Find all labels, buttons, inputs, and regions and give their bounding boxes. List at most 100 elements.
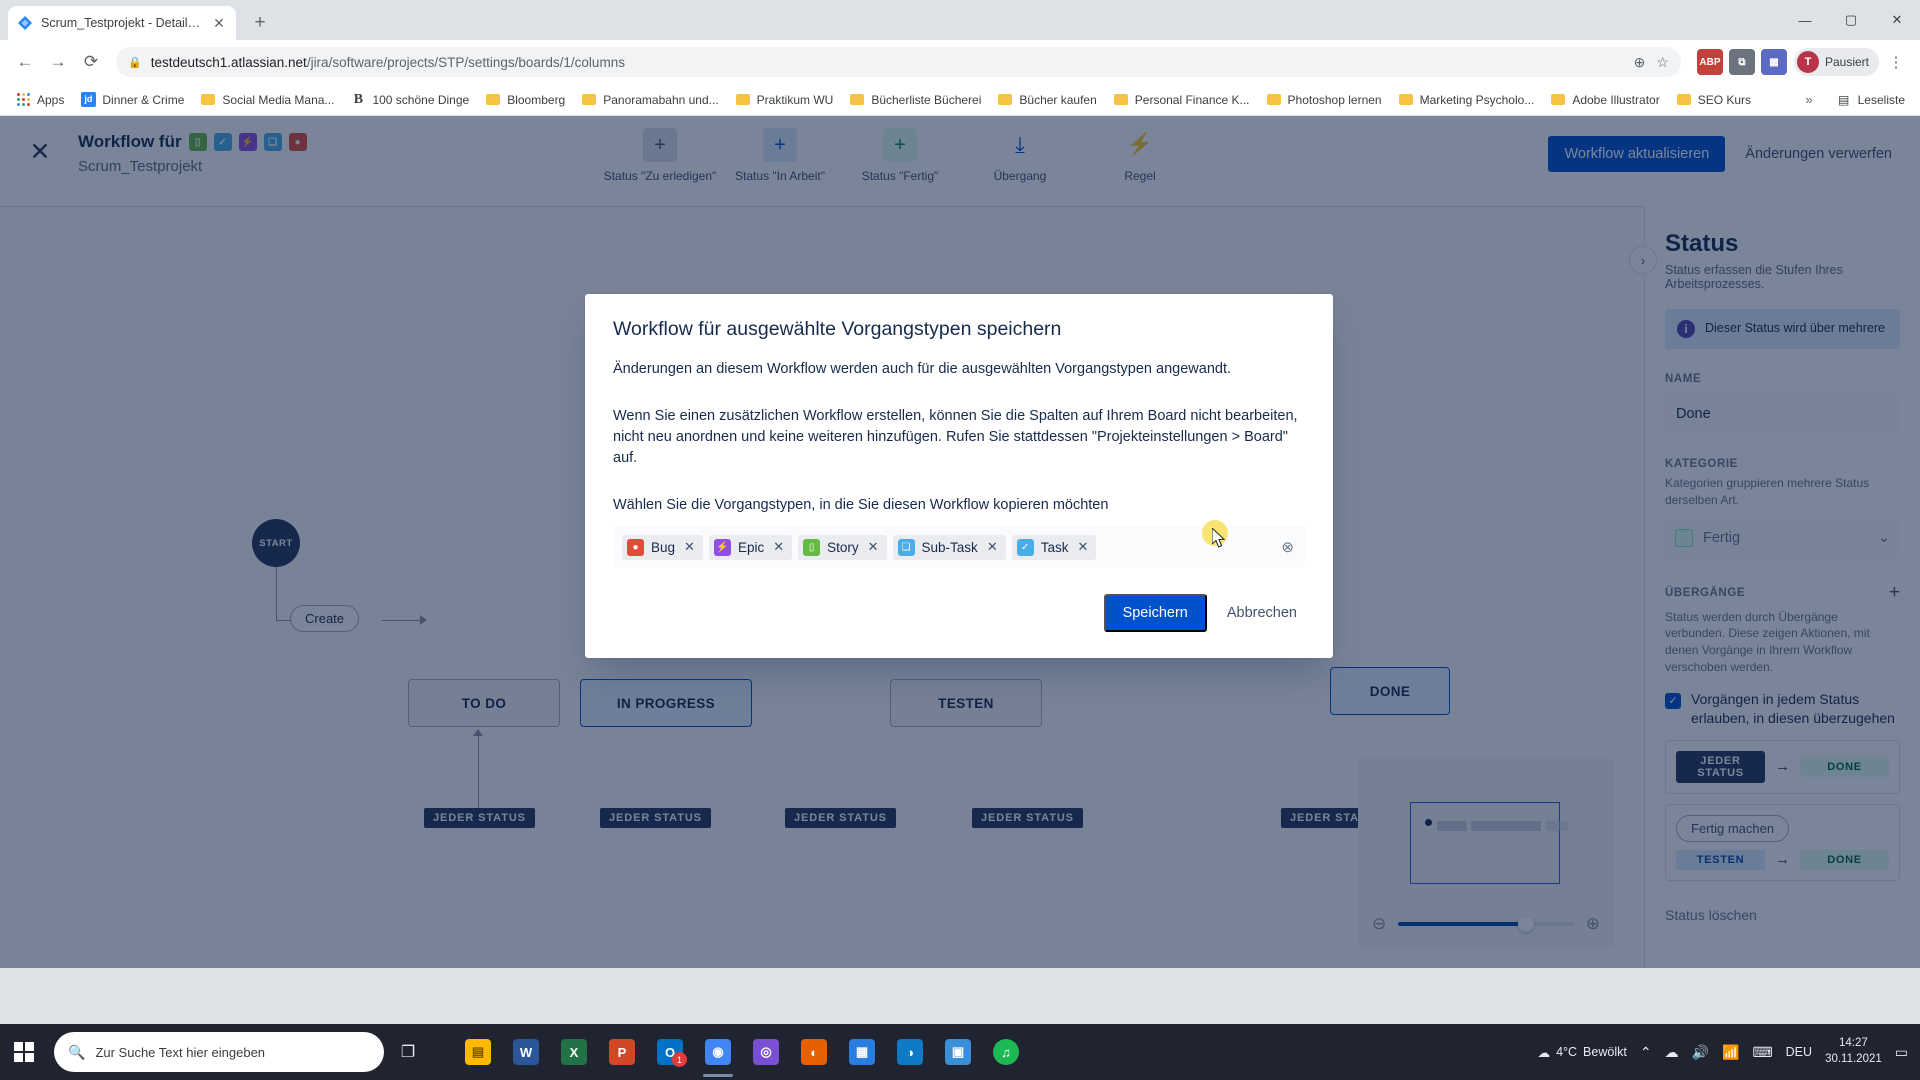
star-icon[interactable]: ☆ bbox=[1656, 54, 1669, 71]
bookmark-label: Adobe Illustrator bbox=[1572, 92, 1660, 107]
forward-icon[interactable]: → bbox=[43, 47, 73, 77]
b-icon: B bbox=[353, 91, 364, 107]
bookmark-item[interactable]: Bücher kaufen bbox=[990, 89, 1103, 111]
excel-icon: X bbox=[561, 1039, 587, 1065]
firefox-icon: ◐ bbox=[801, 1039, 827, 1065]
taskbar-app-spotify[interactable]: ♫ bbox=[982, 1024, 1030, 1080]
abp-extension-icon[interactable]: ABP bbox=[1696, 49, 1723, 75]
bookmark-item[interactable]: Photoshop lernen bbox=[1259, 89, 1389, 111]
reading-list-button[interactable]: ▤ Leseliste bbox=[1829, 89, 1912, 111]
tab-title: Scrum_Testprojekt - Details - Jira bbox=[41, 16, 203, 30]
reload-icon[interactable]: ⟳ bbox=[76, 47, 106, 77]
apps-grid-icon bbox=[15, 92, 31, 108]
file-explorer-icon: ▤ bbox=[465, 1039, 491, 1065]
remove-chip-icon[interactable]: ✕ bbox=[771, 539, 786, 555]
task-view-button[interactable]: ❐ bbox=[384, 1024, 432, 1080]
taskbar-app-photos[interactable]: ▣ bbox=[934, 1024, 982, 1080]
address-bar[interactable]: 🔒 testdeutsch1.atlassian.net/jira/softwa… bbox=[116, 47, 1681, 77]
volume-icon[interactable]: 🔊 bbox=[1692, 1044, 1709, 1061]
clear-all-icon[interactable]: ⊗ bbox=[1281, 538, 1294, 556]
chip-story[interactable]: ▯ Story ✕ bbox=[798, 534, 887, 560]
bookmark-label: Apps bbox=[37, 92, 65, 107]
new-tab-button[interactable]: + bbox=[246, 9, 274, 37]
cancel-button[interactable]: Abbrechen bbox=[1219, 596, 1305, 630]
cd-app-icon: ◎ bbox=[753, 1039, 779, 1065]
onedrive-icon[interactable]: ☁ bbox=[1665, 1044, 1679, 1061]
bookmark-item[interactable]: B 100 schöne Dinge bbox=[343, 89, 476, 111]
taskbar-app-file-explorer[interactable]: ▤ bbox=[454, 1024, 502, 1080]
bookmark-item[interactable]: Marketing Psycholo... bbox=[1391, 89, 1542, 111]
taskbar-app-firefox[interactable]: ◐ bbox=[790, 1024, 838, 1080]
bookmark-item[interactable]: Bücherliste Bücherei bbox=[842, 89, 988, 111]
word-icon: W bbox=[513, 1039, 539, 1065]
bookmark-apps[interactable]: Apps bbox=[8, 89, 71, 111]
bookmark-item[interactable]: Bloomberg bbox=[478, 89, 572, 111]
windows-taskbar: 🔍 Zur Suche Text hier eingeben ❐ ▤ W X P… bbox=[0, 1024, 1920, 1080]
chip-sub-task[interactable]: ❏ Sub-Task ✕ bbox=[892, 534, 1006, 560]
wifi-icon[interactable]: 📶 bbox=[1722, 1044, 1739, 1061]
weather-desc: Bewölkt bbox=[1583, 1045, 1627, 1059]
zoom-icon[interactable]: ⊕ bbox=[1634, 54, 1646, 71]
folder-icon bbox=[485, 92, 501, 108]
chip-task[interactable]: ✓ Task ✕ bbox=[1011, 534, 1097, 560]
taskbar-app-chrome[interactable]: ◉ bbox=[694, 1024, 742, 1080]
bookmark-item[interactable]: Social Media Mana... bbox=[193, 89, 341, 111]
keyboard-icon[interactable]: ⌨ bbox=[1752, 1044, 1772, 1061]
minimize-icon[interactable]: — bbox=[1782, 0, 1828, 40]
remove-chip-icon[interactable]: ✕ bbox=[985, 539, 1000, 555]
remove-chip-icon[interactable]: ✕ bbox=[1075, 539, 1090, 555]
notification-icon[interactable]: ▭ bbox=[1895, 1044, 1908, 1061]
bookmark-item[interactable]: Adobe Illustrator bbox=[1543, 89, 1666, 111]
profile-button[interactable]: T Pausiert bbox=[1793, 48, 1879, 76]
url-path: /jira/software/projects/STP/settings/boa… bbox=[306, 54, 625, 70]
bookmark-item[interactable]: Personal Finance K... bbox=[1106, 89, 1257, 111]
taskbar-app-excel[interactable]: X bbox=[550, 1024, 598, 1080]
chrome-icon: ◉ bbox=[705, 1039, 731, 1065]
clock-date: 30.11.2021 bbox=[1825, 1053, 1882, 1065]
reading-list-label: Leseliste bbox=[1857, 92, 1905, 107]
bookmarks-overflow-icon[interactable]: » bbox=[1799, 92, 1818, 107]
save-button[interactable]: Speichern bbox=[1103, 594, 1207, 633]
bookmark-label: Praktikum WU bbox=[756, 92, 834, 107]
taskbar-app-powerpoint[interactable]: P bbox=[598, 1024, 646, 1080]
bookmark-item[interactable]: jd Dinner & Crime bbox=[73, 89, 191, 111]
chip-bug[interactable]: ● Bug ✕ bbox=[622, 534, 703, 560]
photos-icon: ▣ bbox=[945, 1039, 971, 1065]
modal-paragraph-3: Wählen Sie die Vorgangstypen, in die Sie… bbox=[613, 497, 1109, 514]
back-icon[interactable]: ← bbox=[10, 47, 40, 77]
clock[interactable]: 14:27 30.11.2021 bbox=[1825, 1036, 1882, 1067]
taskbar-app-paint[interactable]: ▦ bbox=[838, 1024, 886, 1080]
bookmark-label: SEO Kurs bbox=[1697, 92, 1752, 107]
taskbar-app-edge[interactable]: ◑ bbox=[886, 1024, 934, 1080]
puzzle-extension-icon[interactable]: ⧉ bbox=[1728, 49, 1755, 75]
bookmark-item[interactable]: Panoramabahn und... bbox=[574, 89, 725, 111]
extensions: ABP ⧉ ▦ bbox=[1696, 49, 1787, 75]
bookmark-item[interactable]: Praktikum WU bbox=[728, 89, 841, 111]
remove-chip-icon[interactable]: ✕ bbox=[682, 539, 697, 555]
grid-extension-icon[interactable]: ▦ bbox=[1760, 49, 1787, 75]
chevron-up-icon[interactable]: ⌃ bbox=[1640, 1044, 1652, 1061]
weather-widget[interactable]: ☁ 4°C Bewölkt bbox=[1538, 1045, 1627, 1060]
start-button[interactable] bbox=[0, 1024, 48, 1080]
chip-epic[interactable]: ⚡ Epic ✕ bbox=[708, 534, 793, 560]
window-close-icon[interactable]: ✕ bbox=[1874, 0, 1920, 40]
taskbar-app-outlook[interactable]: O1 bbox=[646, 1024, 694, 1080]
browser-tab[interactable]: Scrum_Testprojekt - Details - Jira ✕ bbox=[8, 6, 236, 40]
list-icon: ▤ bbox=[1837, 92, 1850, 107]
window-controls: — ▢ ✕ bbox=[1782, 0, 1920, 40]
language-indicator[interactable]: DEU bbox=[1786, 1045, 1812, 1059]
system-tray: ☁ 4°C Bewölkt ⌃ ☁ 🔊 📶 ⌨ DEU 14:27 30.11.… bbox=[1538, 1036, 1920, 1067]
close-icon[interactable]: ✕ bbox=[211, 15, 227, 31]
bug-icon: ● bbox=[627, 538, 644, 556]
maximize-icon[interactable]: ▢ bbox=[1828, 0, 1874, 40]
folder-icon bbox=[1266, 92, 1282, 108]
browser-window: Scrum_Testprojekt - Details - Jira ✕ + —… bbox=[0, 0, 1920, 1024]
browser-menu-icon[interactable]: ⋮ bbox=[1882, 48, 1910, 76]
folder-icon bbox=[200, 92, 216, 108]
taskbar-search[interactable]: 🔍 Zur Suche Text hier eingeben bbox=[54, 1032, 384, 1072]
taskbar-app-cd-app[interactable]: ◎ bbox=[742, 1024, 790, 1080]
bookmark-item[interactable]: SEO Kurs bbox=[1669, 89, 1758, 111]
taskbar-app-word[interactable]: W bbox=[502, 1024, 550, 1080]
search-icon: 🔍 bbox=[68, 1043, 86, 1060]
remove-chip-icon[interactable]: ✕ bbox=[866, 539, 881, 555]
